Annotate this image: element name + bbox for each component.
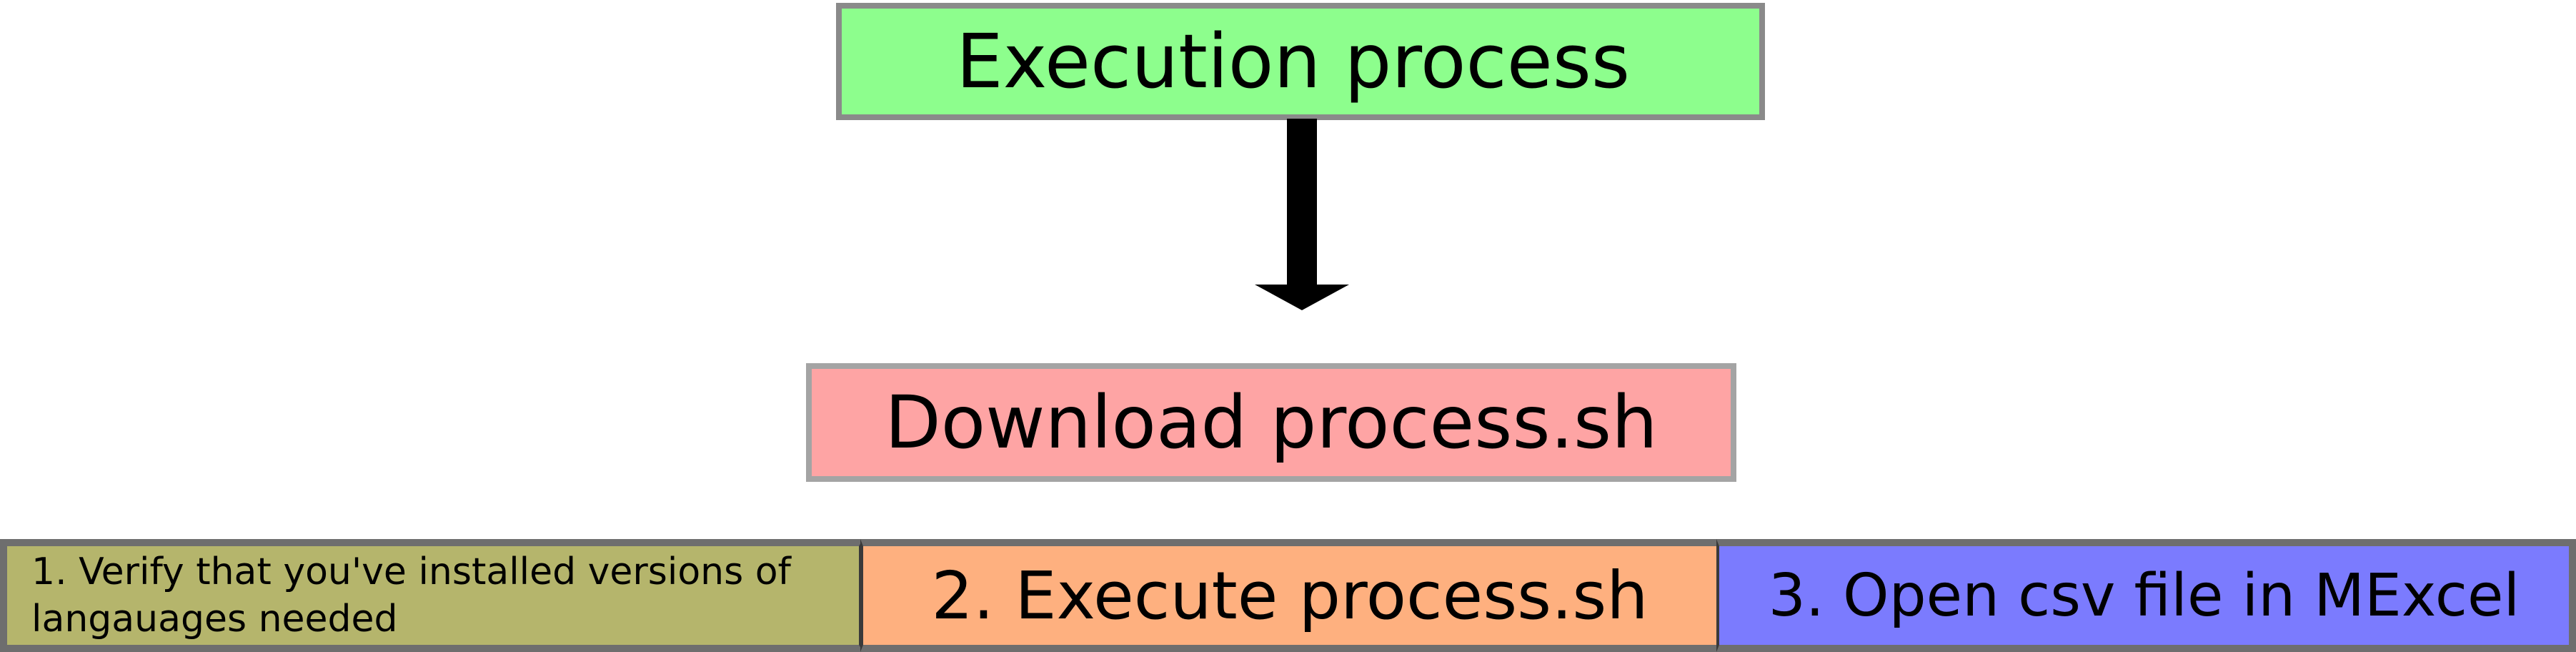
download-process-label: Download process.sh xyxy=(885,380,1658,465)
step-open-csv-label: 3. Open csv file in MExcel xyxy=(1768,561,2520,630)
download-process-node: Download process.sh xyxy=(806,363,1736,482)
step-execute-process-label: 2. Execute process.sh xyxy=(931,557,1648,634)
step-execute-process-node: 2. Execute process.sh xyxy=(860,539,1721,652)
step-verify-languages-label: 1. Verify that you've installed versions… xyxy=(31,550,791,641)
step-verify-languages-node: 1. Verify that you've installed versions… xyxy=(0,539,863,652)
step-open-csv-node: 3. Open csv file in MExcel xyxy=(1716,539,2576,652)
